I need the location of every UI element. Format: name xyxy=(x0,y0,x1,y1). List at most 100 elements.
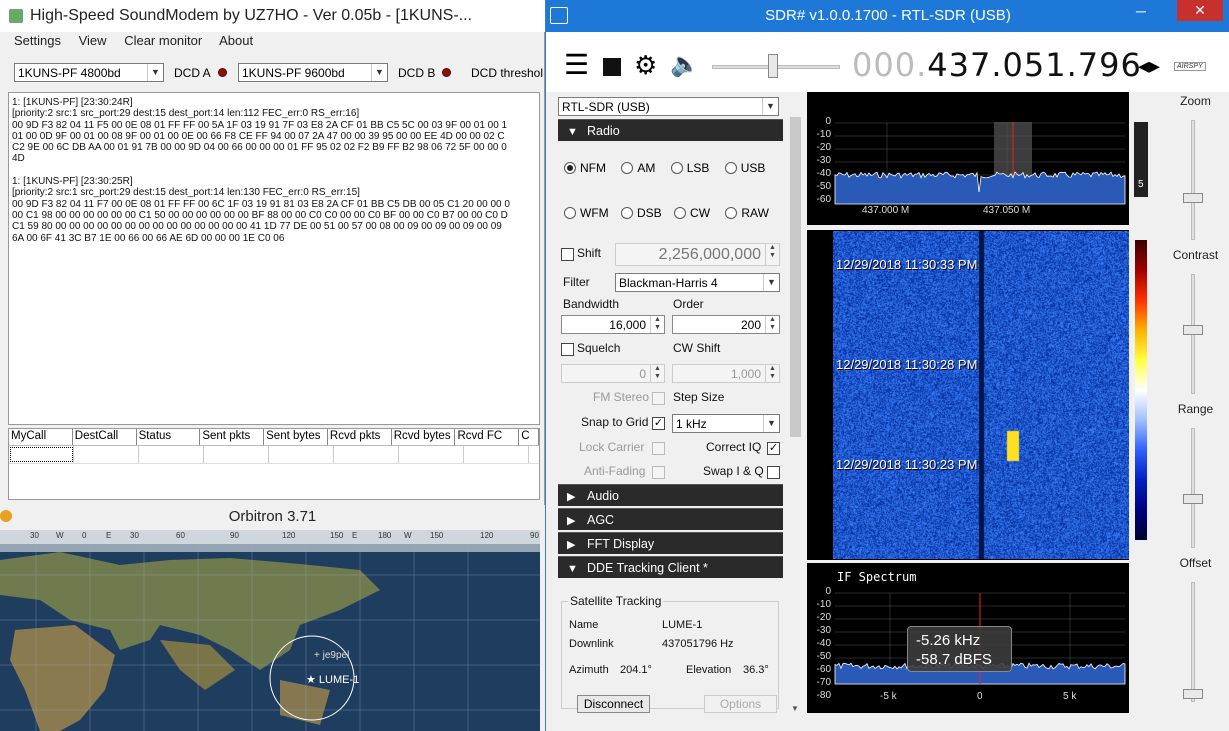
disconnect-button[interactable]: Disconnect xyxy=(577,695,650,713)
waterfall-canvas xyxy=(833,231,1129,559)
cw-shift-input[interactable]: 1,000 ▲ ▼ xyxy=(672,364,780,383)
swap-iq-checkbox[interactable] xyxy=(767,466,780,479)
mode-lsb[interactable]: LSB xyxy=(670,161,709,175)
world-map[interactable]: 30 W 0 E 30 60 90 120 150 E 180 W 150 120 90 + je9pel … xyxy=(0,530,540,731)
snap-to-grid-checkbox[interactable]: ✓ xyxy=(652,417,665,430)
bandwidth-input[interactable]: 16,000 ▲ ▼ xyxy=(561,315,665,334)
mode-raw[interactable]: RAW xyxy=(725,206,769,220)
checkmark-icon: ✓ xyxy=(768,442,779,454)
frequency-display[interactable]: 000.437.051.796 xyxy=(852,46,1142,84)
stations-table[interactable]: MyCall DestCall Status Sent pkts Sent bytes R… xyxy=(8,428,540,500)
waterfall-display[interactable]: 12/29/2018 11:30:33 PM 12/29/2018 11:30:… xyxy=(807,230,1147,560)
mode-row-1: NFM AM LSB USB xyxy=(564,161,765,175)
if-x-tick: 5 k xyxy=(1063,691,1077,702)
offset-slider-knob[interactable] xyxy=(1183,689,1203,699)
table-column-header[interactable]: MyCall xyxy=(9,429,73,445)
dcd-a-label: DCD A xyxy=(174,66,211,80)
zoom-label: Zoom xyxy=(1180,94,1211,108)
spectrum-analyzer[interactable]: 5 0 -10 -20 -30 -40 -50 -60 437.000 M 437.050 … xyxy=(807,92,1148,225)
mode-usb[interactable]: USB xyxy=(724,161,765,175)
swap-iq-label: Swap I & Q xyxy=(703,464,764,478)
stop-icon[interactable] xyxy=(603,58,621,76)
lock-carrier-checkbox[interactable] xyxy=(652,442,665,455)
mode-cw[interactable]: CW xyxy=(674,206,710,220)
menu-icon[interactable]: ☰ xyxy=(564,51,589,79)
mode-cw-label: CW xyxy=(690,206,711,220)
table-column-header[interactable]: DestCall xyxy=(73,429,137,445)
offset-slider[interactable] xyxy=(1191,582,1195,702)
expand-right-icon: ▶ xyxy=(567,491,576,503)
mode-row-2: WFM DSB CW RAW xyxy=(564,206,769,220)
filter-select[interactable]: Blackman-Harris 4 ▼ xyxy=(615,273,780,292)
mode-dsb[interactable]: DSB xyxy=(621,206,662,220)
gear-icon[interactable]: ⚙ xyxy=(634,50,657,80)
menu-view[interactable]: View xyxy=(79,33,107,48)
if-spectrum[interactable]: IF Spectrum 0 -10 -20 -30 -40 -50 -60 -70 -80 -5… xyxy=(807,563,1129,713)
radio-icon xyxy=(724,162,737,174)
table-column-header[interactable]: Sent pkts xyxy=(200,429,265,445)
radio-icon xyxy=(621,207,633,219)
monitor-textbox[interactable]: 1: [1KUNS-PF] [23:30:24R] [priority:2 sr… xyxy=(8,92,540,425)
spectrum-level-value: 5 xyxy=(1138,179,1144,190)
satellite-label[interactable]: ★ LUME-1 xyxy=(306,673,359,686)
panel-scrollbar[interactable]: ▼ xyxy=(789,95,802,715)
scrollbar-thumb[interactable] xyxy=(790,117,801,437)
device-select[interactable]: RTL-SDR (USB) ▼ xyxy=(558,97,779,116)
menu-clear-monitor[interactable]: Clear monitor xyxy=(124,33,202,48)
radio-section-header[interactable]: ▼ Radio xyxy=(558,119,783,141)
anti-fading-label: Anti-Fading xyxy=(584,464,646,478)
squelch-checkbox[interactable] xyxy=(561,343,574,356)
table-column-header[interactable]: Rcvd pkts xyxy=(328,429,392,445)
spinner-icon: ▲ ▼ xyxy=(650,365,664,382)
correct-iq-checkbox[interactable]: ✓ xyxy=(767,442,780,455)
y-tick-label: -30 xyxy=(816,625,831,636)
minimize-icon[interactable]: ─ xyxy=(1136,0,1146,22)
order-input[interactable]: 200 ▲ ▼ xyxy=(672,315,780,334)
range-slider-knob[interactable] xyxy=(1183,494,1203,504)
close-button[interactable]: ✕ xyxy=(1177,0,1223,21)
zoom-slider[interactable] xyxy=(1191,120,1195,240)
shift-input[interactable]: 2,256,000,000 ▲ ▼ xyxy=(615,243,780,266)
mode-nfm[interactable]: NFM xyxy=(564,161,606,175)
waterfall-colorbar xyxy=(1135,240,1147,540)
menu-about[interactable]: About xyxy=(219,33,253,48)
fft-display-section-header[interactable]: ▶ FFT Display xyxy=(558,532,783,554)
shift-checkbox[interactable] xyxy=(561,248,574,261)
order-value: 200 xyxy=(740,318,761,332)
spinner-icon: ▲ ▼ xyxy=(765,244,779,265)
speaker-icon[interactable]: 🔈 xyxy=(670,50,700,80)
modem-b-select[interactable]: 1KUNS-PF 9600bd ▼ xyxy=(238,63,388,82)
downlink-value: 437051796 Hz xyxy=(662,638,734,650)
zoom-slider-knob[interactable] xyxy=(1183,193,1203,203)
orbitron-window: Orbitron 3.71 30 W 0 E 30 60 90 120 150 E 180 W 150 1… xyxy=(0,505,545,731)
range-slider[interactable] xyxy=(1191,428,1195,548)
audio-section-header[interactable]: ▶ Audio xyxy=(558,484,783,506)
mode-wfm[interactable]: WFM xyxy=(564,206,609,220)
scroll-down-icon[interactable]: ▼ xyxy=(791,704,799,713)
menu-settings[interactable]: Settings xyxy=(14,33,61,48)
options-button[interactable]: Options xyxy=(704,695,777,713)
table-column-header[interactable]: Sent bytes xyxy=(264,429,328,445)
satellite-tracking-group: Satellite Tracking Name LUME-1 Downlink … xyxy=(561,594,779,713)
mode-am[interactable]: AM xyxy=(621,161,655,175)
table-column-header[interactable]: C xyxy=(519,429,539,445)
sat-name-value: LUME-1 xyxy=(662,619,703,631)
anti-fading-checkbox[interactable] xyxy=(652,466,665,479)
table-column-header[interactable]: Status xyxy=(137,429,201,445)
table-column-header[interactable]: Rcvd FC xyxy=(455,429,520,445)
fm-stereo-checkbox[interactable] xyxy=(652,392,665,405)
longitude-label: W xyxy=(404,531,412,540)
table-column-header[interactable]: Rcvd bytes xyxy=(392,429,456,445)
modem-a-select[interactable]: 1KUNS-PF 4800bd ▼ xyxy=(14,63,164,82)
table-row[interactable] xyxy=(9,446,539,464)
dde-tracking-section-header[interactable]: ▼ DDE Tracking Client * xyxy=(558,556,783,578)
contrast-slider-knob[interactable] xyxy=(1183,325,1203,335)
tooltip-frequency: -5.26 kHz xyxy=(916,632,981,649)
step-size-select[interactable]: 1 kHz ▼ xyxy=(672,414,780,433)
satellite-tracking-title: Satellite Tracking xyxy=(568,594,664,608)
step-size-label: Step Size xyxy=(673,390,725,404)
agc-section-header[interactable]: ▶ AGC xyxy=(558,508,783,530)
squelch-input[interactable]: 0 ▲ ▼ xyxy=(561,364,665,383)
tooltip-level: -58.7 dBFS xyxy=(916,651,992,668)
volume-slider-knob[interactable] xyxy=(768,54,778,78)
